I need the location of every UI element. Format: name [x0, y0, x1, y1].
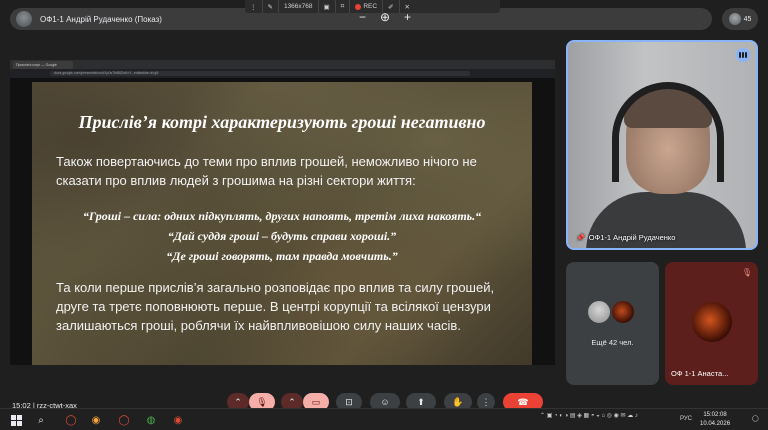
zoom-in-button[interactable]: + [404, 10, 411, 24]
app-icon[interactable]: ◉ [88, 412, 104, 428]
main-participant-video[interactable]: 📌 ОФ1-1 Андрій Рудаченко [566, 40, 758, 250]
participants-button[interactable]: 45 [722, 8, 758, 30]
slide-paragraph-1: Також повертаючись до теми про вплив гро… [56, 154, 477, 188]
clock-time: 15:02:08 [703, 412, 727, 418]
audio-indicator-icon [736, 48, 750, 62]
language-indicator[interactable]: РУС [680, 416, 692, 422]
quote-2: “Дай суддя гроші – будуть справи хороші.… [167, 229, 397, 243]
pin-icon[interactable]: 📌 [576, 234, 585, 242]
presenter-avatar [16, 11, 32, 27]
search-icon[interactable]: ⌕ [33, 412, 49, 428]
slide-title: Прислів’я котрі характеризують гроші нег… [78, 112, 486, 132]
participant-tile[interactable]: 🎙 ОФ 1-1 Анаста... [665, 262, 758, 385]
slide-paragraph-2: Та коли перше прислів’я загально розпові… [56, 280, 495, 333]
presentation-title: ОФ1-1 Андрій Рудаченко (Показ) [40, 14, 162, 24]
meet-window: ОФ1-1 Андрій Рудаченко (Показ) 45 ⋮ ✎ 13… [0, 0, 768, 430]
resolution-label: 1366x768 [279, 0, 319, 13]
participant-avatar [692, 302, 732, 342]
participant-avatar-icon [728, 13, 741, 25]
participant-name: ОФ 1-1 Анаста... [671, 369, 729, 378]
windows-taskbar: ⌕ ◯ ◉ ◯ ◍ ◉ ⌃ ▣ ◔ ◐ ◑ ▤ ◈ ▦ ◓ ◒ ⌂ ◎ ◉ ✉ … [0, 408, 768, 430]
quote-1: “Гроші – сила: одних підкуплять, других … [82, 209, 482, 223]
notifications-icon[interactable]: ◯ [752, 415, 759, 422]
main-participant-name: ОФ1-1 Андрій Рудаченко [588, 233, 676, 242]
tray-icons[interactable]: ⌃ ▣ ◔ ◐ ◑ ▤ ◈ ▦ ◓ ◒ ⌂ ◎ ◉ ✉ ☁ ♪ [540, 412, 638, 419]
participants-count: 45 [743, 15, 752, 23]
pin-capture-icon[interactable]: ✎ [263, 0, 279, 13]
headset [612, 82, 724, 182]
participant-avatar [586, 299, 612, 325]
mic-off-icon: 🎙 [741, 268, 752, 277]
zoom-magnifier-icon: ⊕ [379, 10, 391, 24]
start-button[interactable] [8, 412, 24, 428]
windows-logo-icon [10, 414, 22, 426]
others-tile[interactable]: Ещё 42 чел. [566, 262, 659, 385]
shared-screen: Прислів'я котрі — Google docs.google.com… [10, 60, 555, 365]
more-icon[interactable]: ⋮ [245, 0, 263, 13]
url-field[interactable]: docs.google.com/presentation/d/1p0s7lbB8… [50, 71, 470, 76]
zoom-out-button[interactable]: − [359, 10, 366, 24]
slide-quotes: “Гроші – сила: одних підкуплять, других … [32, 206, 532, 266]
chrome-icon[interactable]: ◍ [143, 412, 159, 428]
camera-icon[interactable]: ▣ [319, 0, 336, 13]
browser-tab[interactable]: Прислів'я котрі — Google [13, 61, 73, 69]
browser-icon[interactable]: ◉ [170, 412, 186, 428]
browser-tab-strip: Прислів'я котрі — Google [10, 60, 555, 69]
taskbar-clock[interactable]: 15:02:08 10.04.2026 [700, 411, 730, 429]
main-participant-name-label: 📌 ОФ1-1 Андрій Рудаченко [576, 233, 675, 242]
zoom-controls: − ⊕ + [355, 8, 415, 26]
participant-avatar [610, 299, 636, 325]
opera-icon[interactable]: ◯ [63, 412, 79, 428]
presentation-slide: Прислів’я котрі характеризують гроші нег… [32, 82, 532, 365]
crop-icon[interactable]: ⌗ [336, 0, 351, 13]
browser-address-bar: docs.google.com/presentation/d/1p0s7lbB8… [10, 69, 555, 78]
quote-3: “Де гроші говорять, там правда мовчить.” [166, 249, 398, 263]
others-count-label: Ещё 42 чел. [591, 338, 634, 347]
clock-date: 10.04.2026 [700, 421, 731, 427]
opera-gx-icon[interactable]: ◯ [116, 412, 132, 428]
